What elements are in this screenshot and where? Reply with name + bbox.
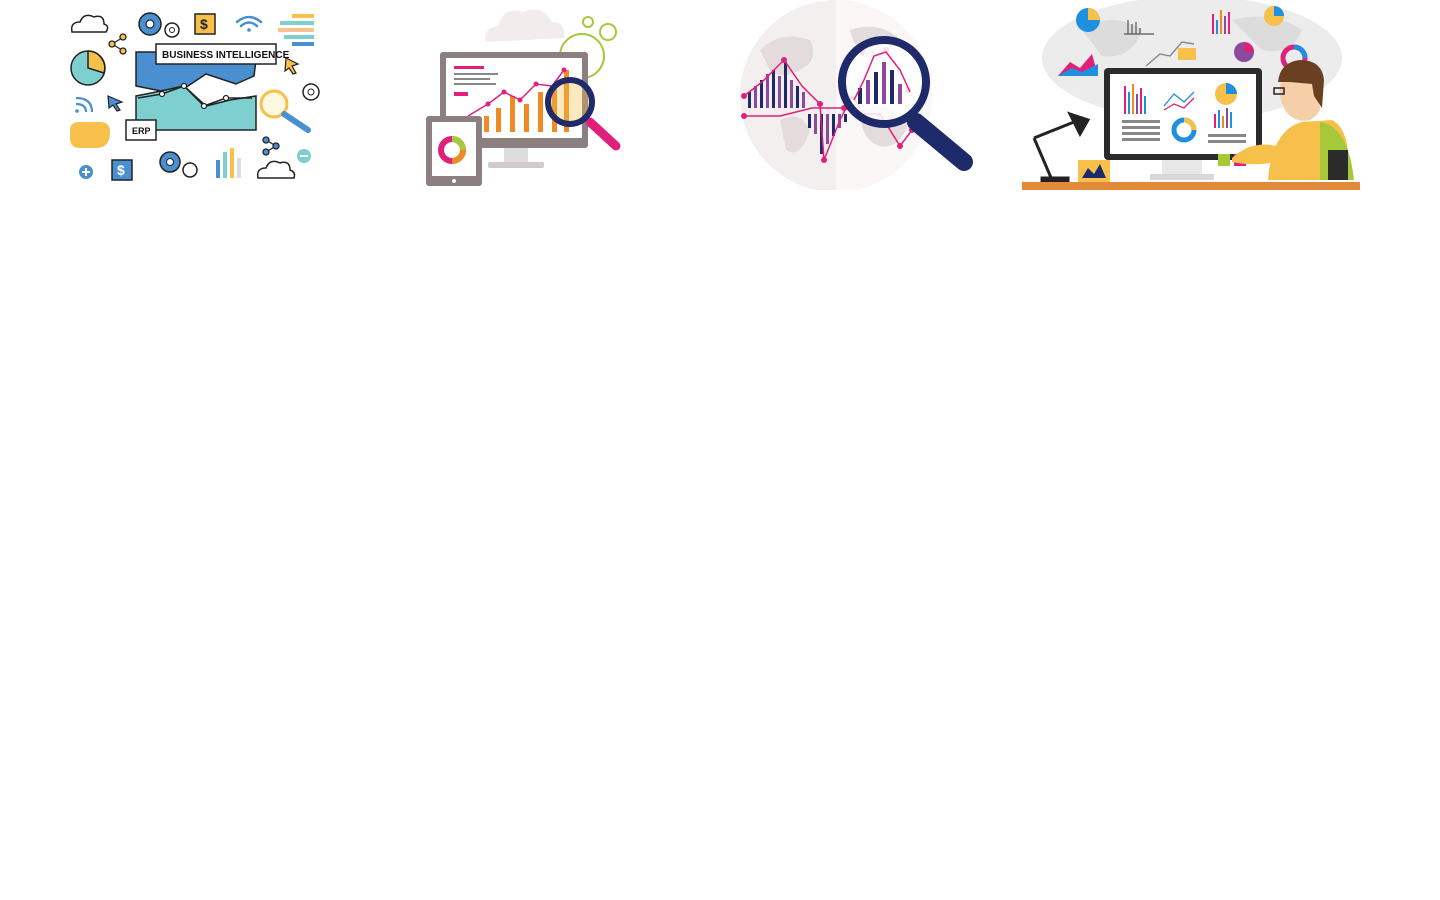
monitor-base bbox=[488, 162, 544, 168]
business-intelligence-graphic: $ BUSINESS INTELLIGENCE ERP $ bbox=[70, 12, 320, 181]
photo-frame bbox=[1078, 160, 1110, 182]
analytics-devices-illustration[interactable] bbox=[424, 0, 624, 190]
analyst-at-desk-illustration[interactable] bbox=[1022, 0, 1360, 190]
global-analysis-illustration[interactable] bbox=[740, 0, 976, 190]
wifi-icon bbox=[235, 15, 263, 32]
network-icon bbox=[262, 136, 280, 156]
sticky-note-1 bbox=[1218, 154, 1230, 166]
screen-pie-chart bbox=[1215, 83, 1237, 105]
pie-chart-2 bbox=[1264, 6, 1284, 26]
global-analysis-graphic bbox=[740, 0, 973, 190]
pie-chart-icon bbox=[70, 50, 106, 86]
desk-surface bbox=[1022, 182, 1360, 190]
gears-icon bbox=[159, 151, 198, 178]
envelope-icon bbox=[1178, 48, 1196, 60]
business-intelligence-illustration[interactable]: $ BUSINESS INTELLIGENCE ERP $ bbox=[66, 0, 326, 190]
settings-icon bbox=[302, 83, 320, 101]
monitor-stand bbox=[504, 148, 528, 162]
menu-lines-icon bbox=[278, 14, 314, 46]
gear-icon bbox=[138, 12, 180, 38]
cloud-icon bbox=[70, 14, 109, 33]
pie-chart-1 bbox=[1076, 8, 1100, 32]
cursor-icon bbox=[284, 57, 300, 75]
analytics-devices-graphic bbox=[426, 9, 621, 186]
dollar-sign-2: $ bbox=[117, 162, 125, 178]
share-icon bbox=[108, 33, 127, 55]
pie-chart-3 bbox=[1234, 42, 1254, 62]
erp-label: ERP bbox=[132, 126, 151, 136]
dollar-sign: $ bbox=[200, 16, 208, 32]
magnifier-icon bbox=[259, 89, 311, 133]
cloud-bg bbox=[485, 9, 565, 43]
pointer-icon bbox=[107, 95, 124, 112]
bar-chart-icon bbox=[216, 148, 241, 178]
business-intelligence-label: BUSINESS INTELLIGENCE bbox=[162, 50, 290, 61]
chat-bubble-icon bbox=[70, 122, 110, 148]
cloud-icon-2 bbox=[256, 160, 296, 179]
monitor-stand bbox=[1162, 160, 1202, 174]
rss-icon bbox=[75, 96, 94, 113]
analyst-at-desk-graphic bbox=[1022, 0, 1360, 190]
